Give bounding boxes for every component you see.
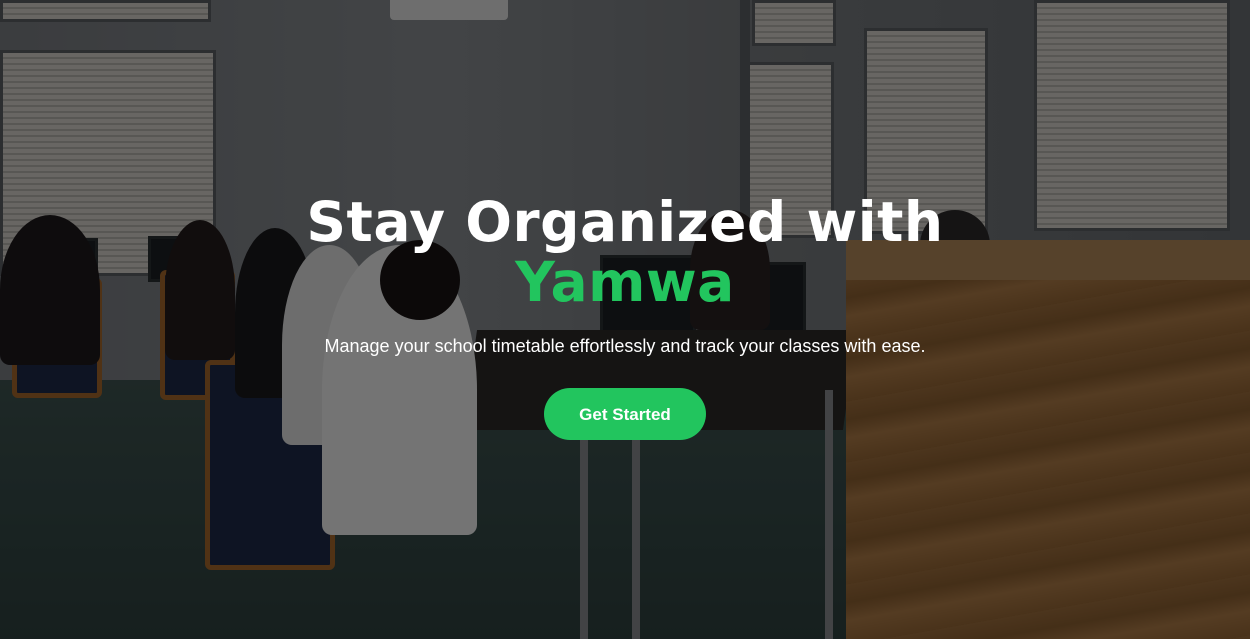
headline-text: Stay Organized with [306,190,944,254]
hero-subtitle: Manage your school timetable effortlessl… [324,336,926,356]
hero-content: Stay Organized with Yamwa Manage your sc… [0,192,1250,440]
brand-name: Yamwa [515,250,735,314]
get-started-button[interactable]: Get Started [544,388,706,440]
hero-headline: Stay Organized with Yamwa [0,192,1250,312]
hero-section: Stay Organized with Yamwa Manage your sc… [0,0,1250,639]
